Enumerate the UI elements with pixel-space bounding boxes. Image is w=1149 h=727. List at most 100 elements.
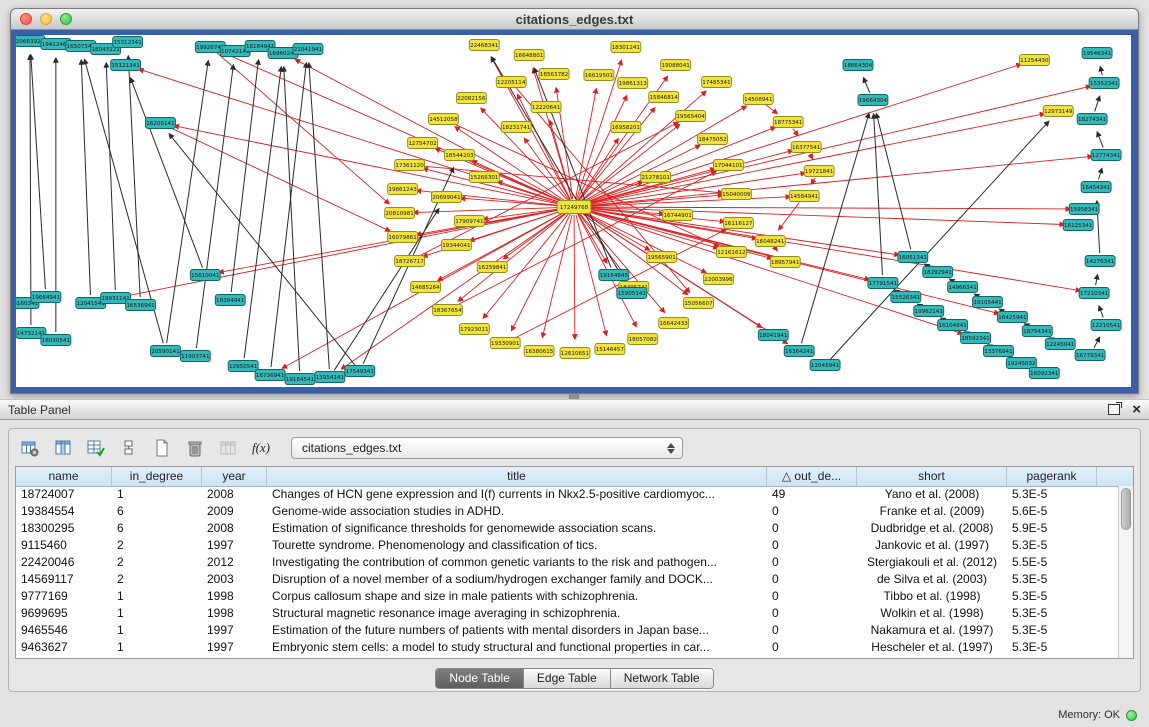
graph-node[interactable]: 16425941 xyxy=(997,312,1027,323)
graph-node[interactable]: 19664941 xyxy=(31,292,61,303)
graph-node[interactable]: 16779341 xyxy=(1075,350,1105,361)
graph-node[interactable]: 15526341 xyxy=(891,292,921,303)
graph-node[interactable]: 22468341 xyxy=(469,40,499,51)
graph-node[interactable]: 20810981 xyxy=(385,208,415,219)
graph-node[interactable]: 22082156 xyxy=(456,93,486,104)
graph-node[interactable]: 12045941 xyxy=(810,360,840,371)
graph-node[interactable]: 18957941 xyxy=(770,257,800,268)
graph-node[interactable]: 18274341 xyxy=(1077,114,1107,125)
tab-edge-table[interactable]: Edge Table xyxy=(524,669,611,688)
graph-node[interactable]: 12220641 xyxy=(531,102,561,113)
graph-edge[interactable] xyxy=(284,67,300,371)
graph-node[interactable]: 18475052 xyxy=(698,134,728,145)
graph-node[interactable]: 14512058 xyxy=(429,114,459,125)
network-canvas-svg[interactable]: 1724976818563782122051142208215614512058… xyxy=(16,35,1131,387)
graph-node[interactable]: 12754702 xyxy=(408,138,438,149)
graph-node[interactable]: 18301241 xyxy=(611,42,641,53)
graph-edge[interactable] xyxy=(1094,337,1100,348)
graph-node[interactable]: 18664304 xyxy=(843,60,873,71)
column-header-6[interactable]: pagerank xyxy=(1007,467,1097,486)
graph-node[interactable]: 15056607 xyxy=(684,298,714,309)
graph-node[interactable]: 16648801 xyxy=(514,50,544,61)
graph-edge[interactable] xyxy=(582,208,1081,290)
graph-node[interactable]: 15040009 xyxy=(721,189,751,200)
graph-node[interactable]: 19546341 xyxy=(1082,48,1112,59)
column-header-3[interactable]: title xyxy=(267,467,767,486)
graph-node[interactable]: 15352341 xyxy=(1089,78,1119,89)
table-select-dropdown[interactable]: citations_edges.txt xyxy=(291,437,683,459)
graph-node[interactable]: 18292941 xyxy=(923,267,953,278)
graph-node[interactable]: 12210541 xyxy=(1091,320,1121,331)
graph-node[interactable]: 19154845 xyxy=(599,270,629,281)
graph-node[interactable]: 12774341 xyxy=(1091,150,1121,161)
table-row[interactable]: 911546021997Tourette syndrome. Phenomeno… xyxy=(16,537,1118,554)
graph-edge[interactable] xyxy=(582,207,1070,209)
graph-edge[interactable] xyxy=(30,55,31,325)
graph-node[interactable]: 19245032 xyxy=(1006,358,1036,369)
graph-node[interactable]: 16958201 xyxy=(611,122,641,133)
vertical-scrollbar[interactable] xyxy=(1118,486,1133,658)
graph-node[interactable]: 14966341 xyxy=(948,282,978,293)
table-row[interactable]: 946362711997Embryonic stem cells: a mode… xyxy=(16,639,1118,656)
graph-node[interactable]: 16092341 xyxy=(1029,368,1059,379)
graph-node[interactable]: 16104941 xyxy=(938,320,968,331)
graph-node[interactable]: 20590141 xyxy=(151,346,181,357)
graph-node[interactable]: 18041941 xyxy=(758,330,788,341)
graph-node[interactable]: 16364241 xyxy=(784,346,814,357)
graph-node[interactable]: 19962141 xyxy=(914,306,944,317)
graph-node[interactable]: 14685264 xyxy=(411,282,441,293)
graph-edge[interactable] xyxy=(574,215,575,339)
graph-node[interactable]: 16116127 xyxy=(723,218,753,229)
row-options-button[interactable] xyxy=(116,436,142,460)
close-window-button[interactable] xyxy=(20,13,32,25)
graph-edge[interactable] xyxy=(1099,168,1102,179)
graph-edge[interactable] xyxy=(169,134,355,365)
float-panel-icon[interactable] xyxy=(1108,404,1120,415)
graph-edge[interactable] xyxy=(581,106,746,203)
network-canvas[interactable]: 1724976818563782122051142208215614512058… xyxy=(16,35,1131,387)
graph-node[interactable]: 15121341 xyxy=(111,60,141,71)
graph-edge[interactable] xyxy=(216,52,389,204)
graph-node[interactable]: 16736941 xyxy=(255,370,285,381)
graph-edge[interactable] xyxy=(231,60,258,292)
graph-node-hub[interactable]: 17249768 xyxy=(557,201,591,214)
graph-node[interactable]: 12950541 xyxy=(228,361,258,372)
graph-node[interactable]: 18030541 xyxy=(41,335,71,346)
table-row[interactable]: 1872400712008Changes of HCN gene express… xyxy=(16,486,1118,503)
function-builder-button[interactable]: f(x) xyxy=(248,436,274,460)
minimize-window-button[interactable] xyxy=(40,13,52,25)
graph-node[interactable]: 17909741 xyxy=(454,216,484,227)
graph-edge[interactable] xyxy=(876,114,910,250)
graph-edge[interactable] xyxy=(128,56,140,297)
graph-edge[interactable] xyxy=(168,126,390,231)
import-table-button[interactable] xyxy=(215,436,241,460)
graph-node[interactable]: 14276341 xyxy=(1085,256,1115,267)
graph-node[interactable]: 17923011 xyxy=(459,324,489,335)
graph-edge[interactable] xyxy=(775,248,777,251)
graph-edge[interactable] xyxy=(174,126,566,206)
graph-node[interactable]: 17361120 xyxy=(395,160,425,171)
edit-table-button[interactable] xyxy=(83,436,109,460)
graph-node[interactable]: 12161612 xyxy=(716,247,746,258)
graph-node[interactable]: 16536941 xyxy=(126,300,156,311)
graph-node[interactable]: 18726717 xyxy=(395,256,425,267)
column-header-2[interactable]: year xyxy=(202,467,267,486)
graph-node[interactable]: 16377541 xyxy=(791,142,821,153)
graph-node[interactable]: 21041941 xyxy=(293,44,323,55)
graph-node[interactable]: 18592341 xyxy=(961,333,991,344)
graph-node[interactable]: 14508941 xyxy=(743,94,773,105)
show-columns-button[interactable] xyxy=(50,436,76,460)
graph-edge[interactable] xyxy=(578,139,618,201)
graph-edge[interactable] xyxy=(106,63,115,290)
table-settings-button[interactable] xyxy=(17,436,43,460)
graph-node[interactable]: 18775341 xyxy=(773,117,803,128)
graph-node[interactable]: 11254430 xyxy=(1019,55,1049,66)
graph-node[interactable]: 11903741 xyxy=(180,351,210,362)
graph-edge[interactable] xyxy=(779,202,800,229)
graph-node[interactable]: 16206141 xyxy=(146,118,176,129)
graph-node[interactable]: 18544203 xyxy=(444,150,474,161)
graph-node[interactable]: 12610651 xyxy=(560,348,590,359)
graph-node[interactable]: 17044101 xyxy=(713,160,743,171)
table-row[interactable]: 1456911722003Disruption of a novel membe… xyxy=(16,571,1118,588)
graph-node[interactable]: 15958341 xyxy=(1069,204,1099,215)
